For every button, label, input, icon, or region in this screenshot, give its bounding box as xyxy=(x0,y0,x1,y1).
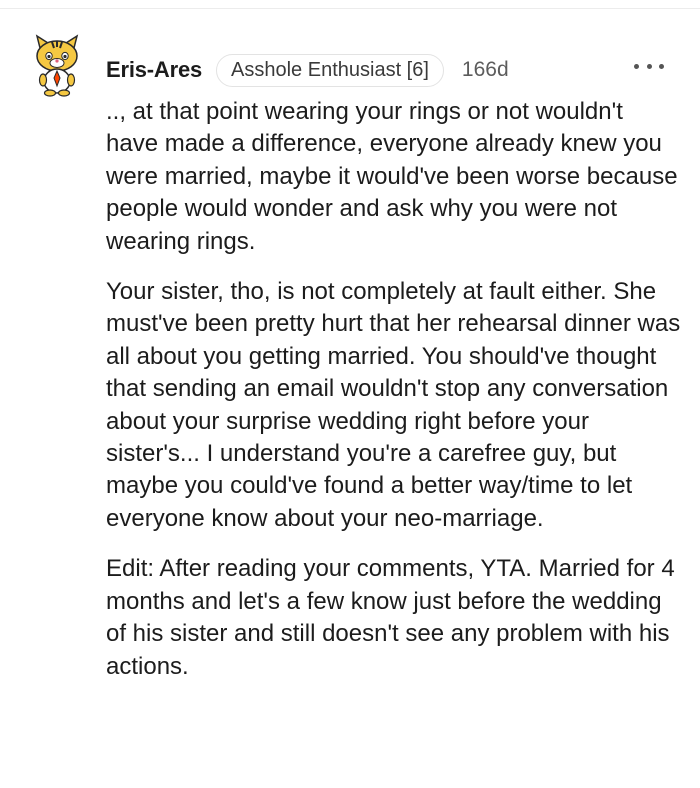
comment-header: Eris-Ares Asshole Enthusiast [6] 166d xyxy=(106,53,509,87)
comment-age: 166d xyxy=(461,58,509,81)
dot xyxy=(646,63,652,69)
comment: Eris-Ares Asshole Enthusiast [6] 166d ..… xyxy=(0,10,700,788)
dot xyxy=(659,63,664,69)
comment-paragraph: .., at that point wearing your rings or … xyxy=(106,98,678,255)
snoo-tiger-avatar-icon xyxy=(35,34,79,97)
comment-paragraph: Edit: After reading your comments, YTA. … xyxy=(106,555,675,680)
user-avatar[interactable] xyxy=(28,34,86,98)
user-flair: Asshole Enthusiast [6] xyxy=(216,53,444,87)
more-options-icon[interactable] xyxy=(634,54,664,78)
top-divider xyxy=(0,0,700,9)
comment-body: .., at that point wearing your rings or … xyxy=(106,96,681,701)
username-link[interactable]: Eris-Ares xyxy=(106,57,202,83)
dot xyxy=(634,63,639,69)
comment-paragraph: Your sister, tho, is not completely at f… xyxy=(106,278,681,532)
